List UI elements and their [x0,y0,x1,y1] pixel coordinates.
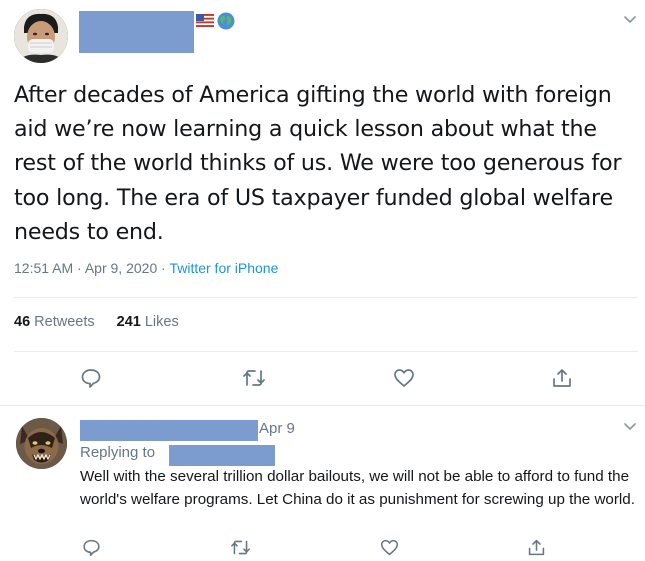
speech-bubble-icon [82,539,100,556]
meta-separator: · [161,260,166,276]
tweet-date[interactable]: Apr 9, 2020 [85,260,157,276]
chevron-down-icon[interactable] [623,421,637,431]
reply-date[interactable]: Apr 9 [259,420,295,437]
reply-button[interactable] [78,534,104,560]
reply-button[interactable] [78,365,104,391]
share-button[interactable] [523,534,549,560]
retweet-button[interactable] [241,365,267,391]
retweets-count: 46 [14,314,31,330]
replying-to-label: Replying to [80,444,156,461]
reply-author-avatar[interactable] [16,418,67,469]
heart-icon [380,539,398,555]
tweet-source-link[interactable]: Twitter for iPhone [169,260,278,276]
reply-actions [0,534,645,560]
retweets-stat[interactable]: 46 Retweets [14,314,95,330]
share-button[interactable] [549,365,575,391]
retweet-button[interactable] [227,534,253,560]
tweet-metadata: 12:51 AM · Apr 9, 2020 · Twitter for iPh… [14,260,278,276]
heart-icon [394,369,414,387]
author-name-redacted [79,11,194,53]
like-button[interactable] [376,534,402,560]
tweet-text: After decades of America gifting the wor… [14,82,622,245]
divider [14,297,638,298]
retweet-icon [230,540,250,554]
divider [14,351,638,352]
tweet-stats: 46 Retweets 241 Likes [14,314,179,330]
share-icon [528,539,544,555]
tweet-actions [0,365,645,391]
speech-bubble-icon [81,369,101,388]
retweets-label: Retweets [34,314,95,330]
us-flag-icon [196,14,214,27]
likes-label: Likes [144,314,179,330]
chevron-down-icon[interactable] [623,14,637,24]
main-tweet: After decades of America gifting the wor… [0,0,645,404]
likes-stat[interactable]: 241 Likes [117,314,179,330]
retweet-icon [243,370,265,386]
reply-author-name-redacted [80,420,258,441]
reply-text: Well with the several trillion dollar ba… [80,468,635,508]
reply-tweet[interactable]: Apr 9 Replying to Well with the several … [0,405,645,561]
like-button[interactable] [391,365,417,391]
author-avatar[interactable] [14,9,68,63]
globe-icon [217,12,235,30]
replying-to-handle-redacted[interactable] [169,445,275,466]
likes-count: 241 [116,314,141,330]
meta-separator: · [77,260,82,276]
share-icon [553,369,571,387]
tweet-time[interactable]: 12:51 AM [14,260,73,276]
